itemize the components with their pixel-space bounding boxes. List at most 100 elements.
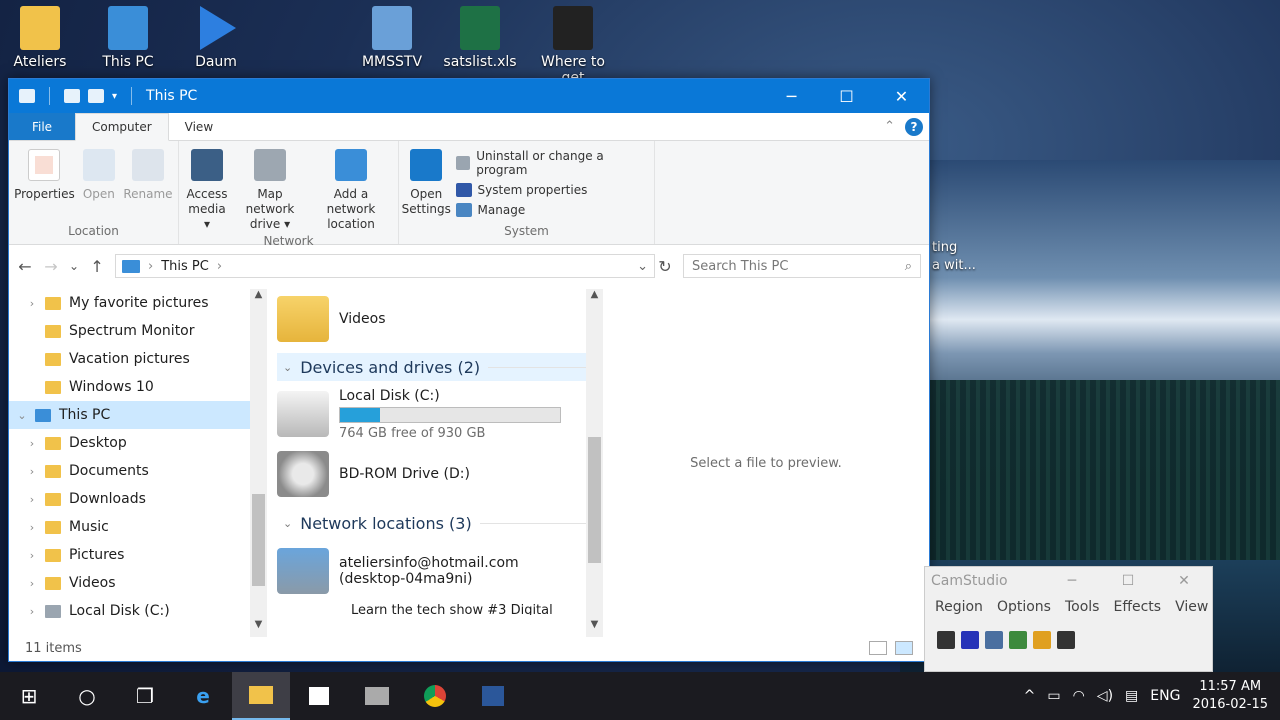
scroll-thumb[interactable] <box>588 437 601 563</box>
new-folder-quick-icon[interactable] <box>88 89 104 103</box>
desktop-icon-where-to-get[interactable]: Where to get <box>533 6 613 86</box>
map-network-drive-button[interactable]: Map network drive ▾ <box>231 145 309 234</box>
pause-icon[interactable] <box>937 631 955 649</box>
forward-button[interactable]: → <box>43 257 59 276</box>
menu-effects[interactable]: Effects <box>1113 599 1161 615</box>
details-view-icon[interactable] <box>869 641 887 655</box>
manage-button[interactable]: Manage <box>455 203 644 217</box>
show-hidden-icons[interactable]: ^ <box>1024 688 1036 704</box>
uninstall-program-button[interactable]: Uninstall or change a program <box>455 149 644 177</box>
nav-item[interactable]: › Videos <box>9 569 267 597</box>
menu-tools[interactable]: Tools <box>1065 599 1100 615</box>
desktop-icon-this-pc[interactable]: This PC <box>88 6 168 70</box>
desktop-icon-mmsstv[interactable]: MMSSTV <box>352 6 432 70</box>
properties-button[interactable]: Properties <box>13 145 76 224</box>
address-box[interactable]: › This PC › ⌄ <box>115 254 656 278</box>
recent-locations-button[interactable]: ⌄ <box>69 259 79 273</box>
word-icon[interactable] <box>464 672 522 720</box>
cortana-search-button[interactable]: ○ <box>58 672 116 720</box>
nav-item[interactable]: › Downloads <box>9 485 267 513</box>
chevron-right-icon[interactable]: › <box>19 437 45 450</box>
menu-region[interactable]: Region <box>935 599 983 615</box>
task-view-button[interactable]: ❐ <box>116 672 174 720</box>
collapse-ribbon-icon[interactable]: ⌃ <box>884 119 895 134</box>
search-input[interactable]: Search This PC ⌕ <box>683 254 921 278</box>
nav-item[interactable]: › Desktop <box>9 429 267 457</box>
chevron-down-icon[interactable]: ⌄ <box>9 409 35 422</box>
chevron-right-icon[interactable]: › <box>19 493 45 506</box>
help-icon[interactable]: ? <box>905 117 923 136</box>
chevron-right-icon[interactable]: › <box>19 549 45 562</box>
title-bar[interactable]: ▾ This PC ─ ☐ ✕ <box>9 79 929 113</box>
drive-local-disk[interactable]: Local Disk (C:) 764 GB free of 930 GB <box>277 385 603 443</box>
address-dropdown-icon[interactable]: ⌄ <box>637 259 648 274</box>
wifi-icon[interactable]: ◠ <box>1073 688 1085 704</box>
app-taskbar-icon[interactable] <box>348 672 406 720</box>
scroll-up-icon[interactable]: ▲ <box>586 289 603 307</box>
camstudio-title-bar[interactable]: CamStudio ─ ☐ ✕ <box>925 567 1212 595</box>
store-icon[interactable] <box>290 672 348 720</box>
chevron-right-icon[interactable]: › <box>19 577 45 590</box>
chevron-right-icon[interactable]: › <box>19 465 45 478</box>
chevron-right-icon[interactable]: › <box>19 521 45 534</box>
list-item-videos[interactable]: Videos <box>277 289 603 349</box>
scroll-thumb[interactable] <box>252 494 265 586</box>
nav-item[interactable]: › Documents <box>9 457 267 485</box>
back-button[interactable]: ← <box>17 257 33 276</box>
system-properties-button[interactable]: System properties <box>455 183 644 197</box>
stop-icon[interactable] <box>961 631 979 649</box>
maximize-button[interactable]: ☐ <box>819 79 874 113</box>
rename-button[interactable]: Rename <box>122 145 174 224</box>
annotation-icon[interactable] <box>1009 631 1027 649</box>
file-explorer-taskbar-icon[interactable] <box>232 672 290 720</box>
open-settings-button[interactable]: Open Settings <box>402 145 451 224</box>
battery-icon[interactable]: ▭ <box>1047 688 1060 704</box>
tab-computer[interactable]: Computer <box>75 113 169 141</box>
nav-item[interactable]: Vacation pictures <box>9 345 267 373</box>
close-button[interactable]: ✕ <box>874 79 929 113</box>
nav-item[interactable]: Spectrum Monitor <box>9 317 267 345</box>
notifications-icon[interactable]: ▤ <box>1125 688 1138 704</box>
group-header-network[interactable]: ⌄ Network locations (3) <box>277 509 603 537</box>
region-icon[interactable] <box>985 631 1003 649</box>
desktop-icon-ateliers[interactable]: Ateliers <box>0 6 80 70</box>
large-icons-view-icon[interactable] <box>895 641 913 655</box>
access-media-button[interactable]: Access media ▾ <box>183 145 231 234</box>
properties-quick-icon[interactable] <box>64 89 80 103</box>
nav-item[interactable]: ⌄ This PC <box>9 401 267 429</box>
camstudio-maximize-button[interactable]: ☐ <box>1100 573 1156 589</box>
scroll-up-icon[interactable]: ▲ <box>250 289 267 307</box>
tab-file[interactable]: File <box>9 113 75 140</box>
camstudio-close-button[interactable]: ✕ <box>1156 573 1212 589</box>
chevron-right-icon[interactable]: › <box>19 605 45 618</box>
nav-item[interactable]: › Music <box>9 513 267 541</box>
camstudio-minimize-button[interactable]: ─ <box>1044 573 1100 589</box>
cursor-icon[interactable] <box>1057 631 1075 649</box>
settings-icon[interactable] <box>1033 631 1051 649</box>
group-header-devices[interactable]: ⌄ Devices and drives (2) <box>277 353 603 381</box>
menu-options[interactable]: Options <box>997 599 1051 615</box>
content-scrollbar[interactable]: ▲ ▼ <box>586 289 603 637</box>
chevron-right-icon[interactable]: › <box>19 297 45 310</box>
nav-item[interactable]: › My favorite pictures <box>9 289 267 317</box>
refresh-button[interactable]: ↻ <box>657 257 673 276</box>
breadcrumb-this-pc[interactable]: This PC <box>161 259 209 274</box>
edge-icon[interactable]: e <box>174 672 232 720</box>
open-button[interactable]: Open <box>76 145 122 224</box>
add-network-location-button[interactable]: Add a network location <box>309 145 393 234</box>
nav-item[interactable]: Windows 10 <box>9 373 267 401</box>
menu-view[interactable]: View <box>1175 599 1208 615</box>
network-location-item[interactable]: ateliersinfo@hotmail.com (desktop-04ma9n… <box>277 543 603 599</box>
desktop-icon-satslist[interactable]: satslist.xls <box>440 6 520 70</box>
up-button[interactable]: ↑ <box>89 257 105 276</box>
navigation-scrollbar[interactable]: ▲ ▼ <box>250 289 267 637</box>
clock[interactable]: 11:57 AM 2016-02-15 <box>1192 678 1268 714</box>
nav-item[interactable]: › Pictures <box>9 541 267 569</box>
volume-icon[interactable]: ◁) <box>1097 688 1113 704</box>
language-indicator[interactable]: ENG <box>1150 688 1180 704</box>
network-location-item[interactable]: Learn the tech show #3 Digital <box>277 603 603 615</box>
tab-view[interactable]: View <box>169 113 229 140</box>
customize-quick-access-icon[interactable]: ▾ <box>112 91 117 102</box>
drive-bd-rom[interactable]: BD-ROM Drive (D:) <box>277 445 603 503</box>
start-button[interactable]: ⊞ <box>0 672 58 720</box>
